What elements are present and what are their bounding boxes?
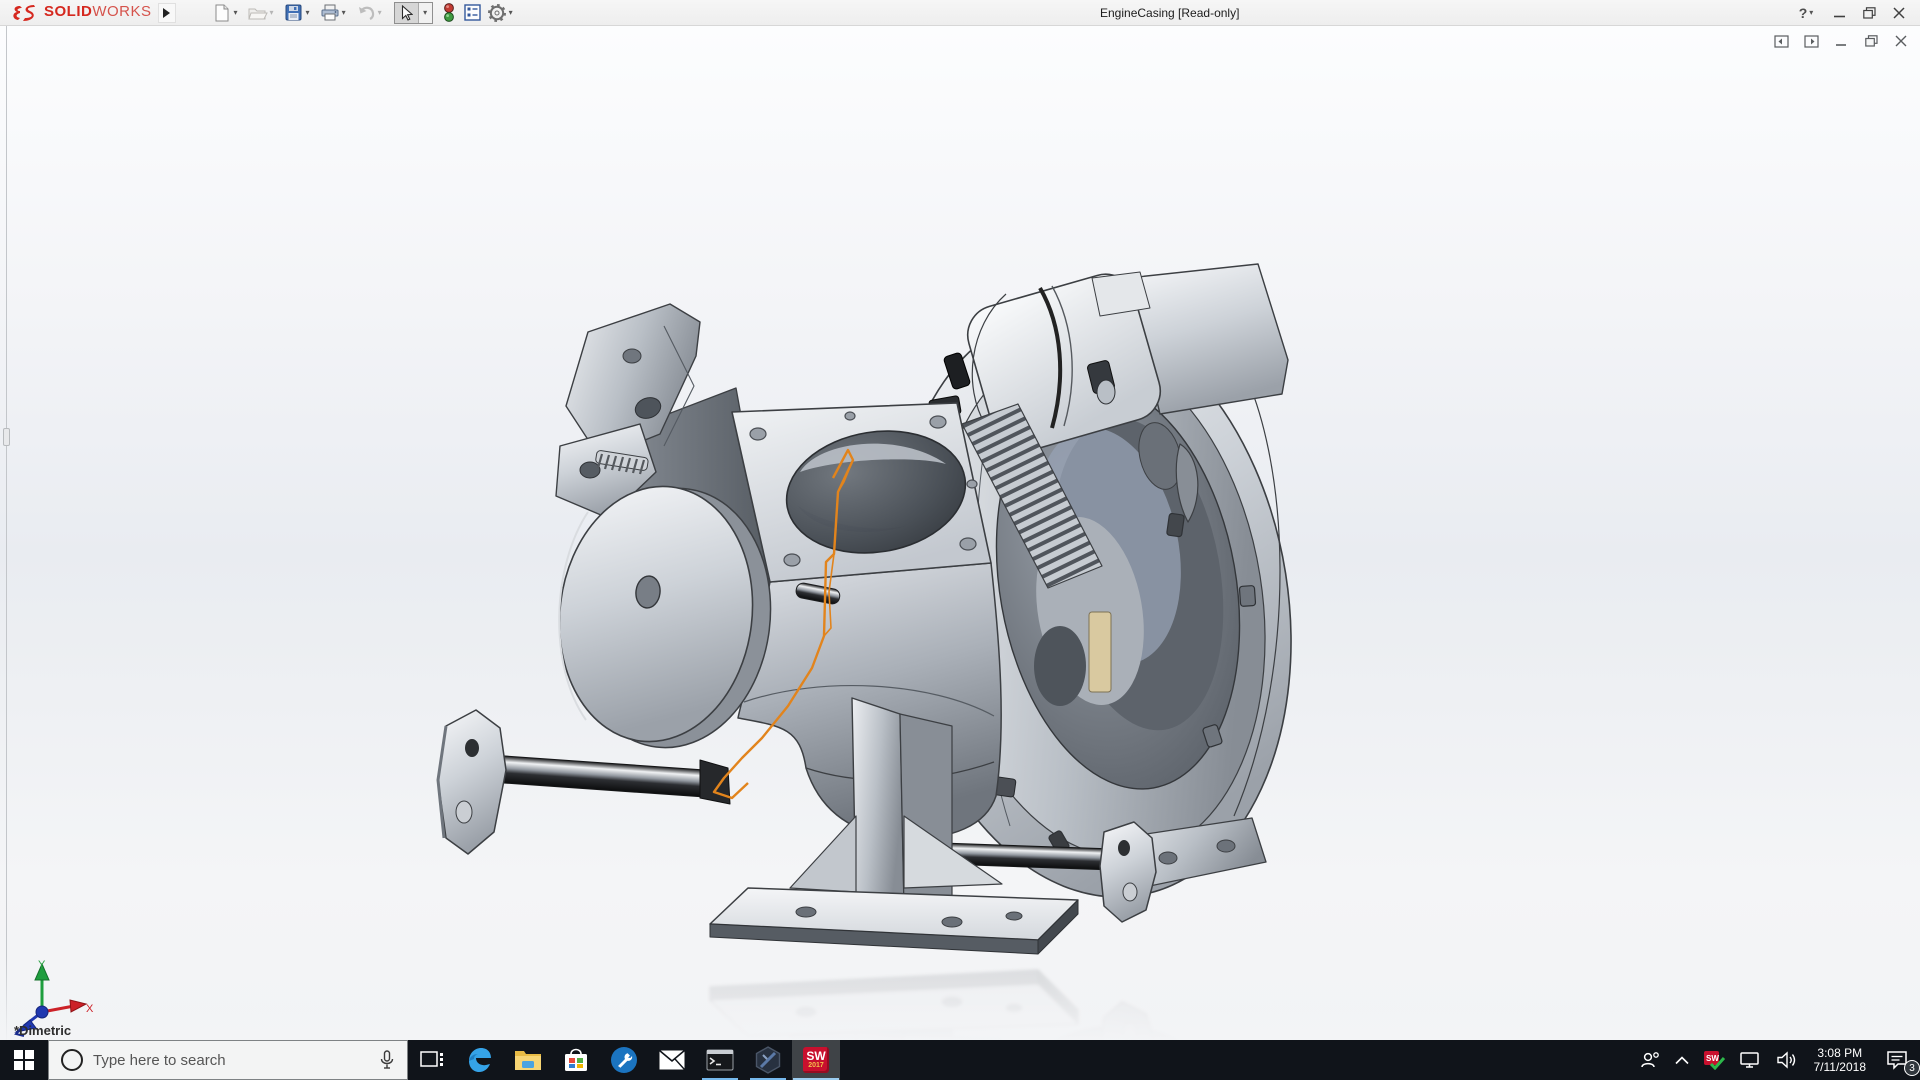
- select-tool-button[interactable]: [395, 3, 419, 23]
- close-button[interactable]: [1884, 1, 1914, 25]
- open-caret[interactable]: ▾: [270, 9, 274, 17]
- logo-text-light: WORKS: [92, 3, 151, 20]
- triad-y-label: Y: [38, 959, 46, 971]
- undo-caret[interactable]: ▾: [378, 9, 382, 17]
- select-tool-group: ▾: [394, 2, 433, 24]
- task-view-icon: [420, 1051, 444, 1069]
- action-center-button[interactable]: 3: [1874, 1040, 1920, 1080]
- solidworks-window: SOLIDWORKS ▾ ▾ ▾: [0, 0, 1920, 1080]
- clock-date: 7/11/2018: [1814, 1060, 1867, 1074]
- restore-icon: [1863, 7, 1876, 19]
- printer-icon: [320, 4, 340, 22]
- logo-text-bold: SOLID: [44, 3, 92, 20]
- people-icon: [1639, 1050, 1661, 1070]
- cortana-icon: [61, 1049, 83, 1071]
- save-button[interactable]: ▾: [282, 2, 318, 24]
- quick-access-toolbar: ▾ ▾ ▾ ▾: [210, 2, 521, 24]
- taskbar-app-edge[interactable]: [456, 1040, 504, 1080]
- open-button[interactable]: ▾: [246, 2, 282, 24]
- store-icon: [563, 1047, 589, 1073]
- taskbar-app-store[interactable]: [552, 1040, 600, 1080]
- taskbar-search[interactable]: [48, 1040, 408, 1080]
- command-prompt-icon: [706, 1049, 734, 1071]
- cursor-arrow-icon: [400, 5, 413, 21]
- network-button[interactable]: [1732, 1040, 1768, 1080]
- volume-button[interactable]: [1768, 1040, 1806, 1080]
- tray-solidworks-button[interactable]: SW: [1696, 1040, 1732, 1080]
- people-button[interactable]: [1632, 1040, 1668, 1080]
- options-button[interactable]: ▾: [485, 2, 521, 24]
- print-button[interactable]: ▾: [318, 2, 354, 24]
- help-caret[interactable]: ▾: [1809, 9, 1813, 17]
- document-title: EngineCasing [Read-only]: [1100, 0, 1239, 26]
- file-properties-button[interactable]: [461, 2, 485, 24]
- traffic-light-icon: [439, 4, 459, 22]
- new-document-icon: [212, 4, 232, 22]
- undo-button[interactable]: ▾: [354, 2, 390, 24]
- undo-arrow-icon: [356, 4, 376, 22]
- taskbar-app-tools[interactable]: [600, 1040, 648, 1080]
- engine-casing-model[interactable]: [0, 26, 1920, 1040]
- close-icon: [1893, 7, 1905, 19]
- solidworks-app-icon: SW 2017: [803, 1047, 829, 1073]
- volume-icon: [1775, 1050, 1799, 1070]
- print-caret[interactable]: ▾: [342, 9, 346, 17]
- chevron-up-icon: [1675, 1056, 1689, 1065]
- reflection-fade: [0, 956, 1920, 1040]
- start-button[interactable]: [0, 1040, 48, 1080]
- taskbar-app-hexagon[interactable]: [744, 1040, 792, 1080]
- taskbar-app-mail[interactable]: [648, 1040, 696, 1080]
- taskbar-app-solidworks[interactable]: SW 2017: [792, 1040, 840, 1080]
- titlebar: SOLIDWORKS ▾ ▾ ▾: [0, 0, 1920, 26]
- menu-expand-button[interactable]: [158, 3, 176, 23]
- hexagon-app-icon: [754, 1046, 782, 1074]
- save-caret[interactable]: ▾: [306, 9, 310, 17]
- solidworks-logo: SOLIDWORKS: [10, 3, 152, 23]
- open-folder-icon: [248, 4, 268, 22]
- solidworks-logo-icon: [10, 3, 40, 23]
- file-explorer-icon: [514, 1048, 542, 1072]
- front-flange: [438, 710, 506, 854]
- network-icon: [1739, 1051, 1761, 1069]
- notification-badge: 3: [1904, 1060, 1920, 1076]
- rebuild-button[interactable]: [437, 2, 461, 24]
- solidworks-tray-icon: SW: [1703, 1050, 1725, 1070]
- new-document-caret[interactable]: ▾: [234, 9, 238, 17]
- expand-arrow-icon: [162, 7, 171, 19]
- triad-x-label: X: [86, 1003, 94, 1015]
- clock-time: 3:08 PM: [1814, 1046, 1867, 1060]
- search-input[interactable]: [83, 1052, 379, 1069]
- windows-logo-icon: [14, 1050, 34, 1070]
- restore-button[interactable]: [1854, 1, 1884, 25]
- mail-icon: [658, 1049, 686, 1071]
- minimize-icon: [1834, 8, 1845, 19]
- taskbar-clock[interactable]: 3:08 PM 7/11/2018: [1806, 1046, 1875, 1074]
- edge-icon: [466, 1046, 494, 1074]
- tray-overflow-button[interactable]: [1668, 1040, 1696, 1080]
- help-button[interactable]: ?▾: [1794, 1, 1824, 25]
- options-caret[interactable]: ▾: [509, 9, 513, 17]
- gear-icon: [487, 4, 507, 22]
- svg-text:SW: SW: [1706, 1054, 1719, 1063]
- task-view-button[interactable]: [408, 1040, 456, 1080]
- rear-flange: [1100, 822, 1156, 922]
- select-tool-caret[interactable]: ▾: [419, 3, 432, 23]
- file-properties-icon: [463, 4, 483, 22]
- save-floppy-icon: [284, 4, 304, 22]
- system-tray: SW 3:08 PM 7/11/2018: [1632, 1040, 1920, 1080]
- taskbar-app-file-explorer[interactable]: [504, 1040, 552, 1080]
- view-orientation-label: *Dimetric: [14, 1023, 71, 1038]
- wrench-circle-icon: [610, 1046, 638, 1074]
- new-document-button[interactable]: ▾: [210, 2, 246, 24]
- window-controls: ?▾: [1794, 0, 1914, 26]
- minimize-button[interactable]: [1824, 1, 1854, 25]
- taskbar-app-command-prompt[interactable]: [696, 1040, 744, 1080]
- microphone-icon[interactable]: [379, 1050, 395, 1070]
- graphics-area[interactable]: Y X *Dimetric: [0, 26, 1920, 1040]
- windows-taskbar: SW 2017 SW: [0, 1040, 1920, 1080]
